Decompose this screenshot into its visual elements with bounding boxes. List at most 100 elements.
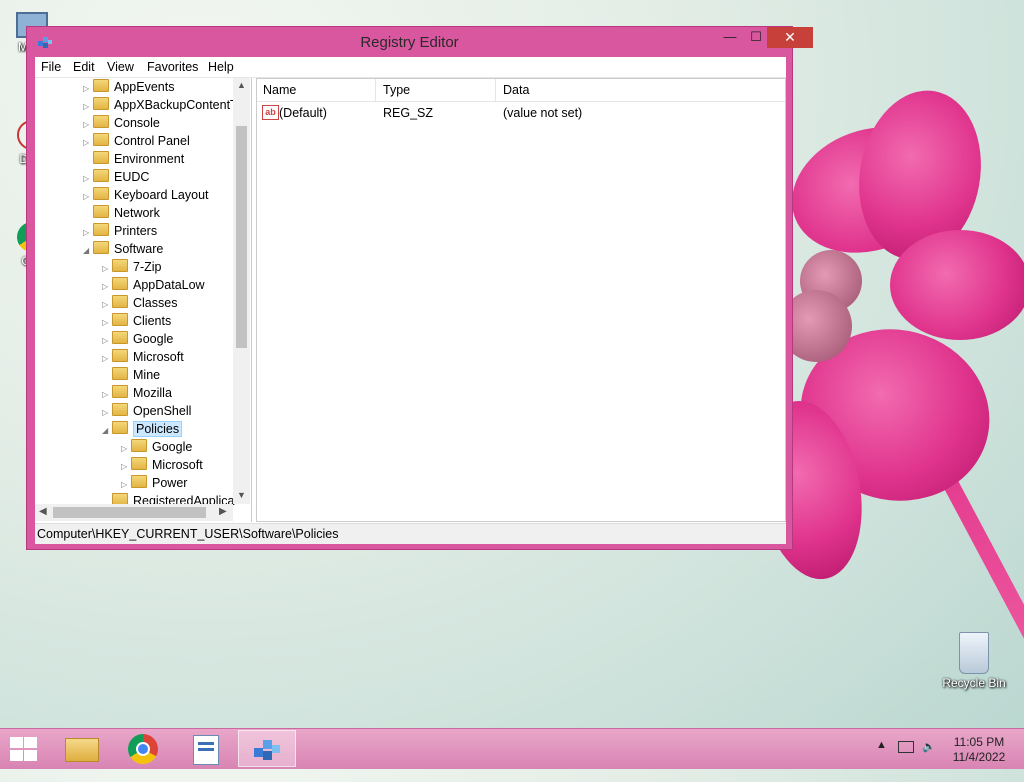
tree-vertical-scrollbar[interactable]: ▲ ▼ [233, 78, 250, 504]
taskbar-chrome[interactable] [114, 730, 172, 767]
tree-item-label: Classes [133, 296, 178, 310]
tree-item[interactable]: ▷ AppEvents [83, 78, 174, 96]
tree-item[interactable]: ▷ Power [121, 474, 187, 492]
tree-item-label: Control Panel [114, 134, 190, 148]
tree-item[interactable]: ▷ Google [121, 438, 192, 456]
tree-item[interactable]: Environment [83, 150, 184, 168]
tree-item-label: AppEvents [114, 80, 175, 94]
taskbar-registry-editor[interactable] [238, 730, 296, 767]
values-list[interactable]: Name Type Data ab (Default) REG_SZ (valu… [256, 78, 786, 522]
folder-icon [93, 169, 109, 182]
column-header-data[interactable]: Data [503, 83, 529, 97]
folder-icon [112, 367, 128, 380]
scroll-down-arrow-icon[interactable]: ▼ [233, 490, 250, 500]
folder-icon [93, 79, 109, 92]
taskbar-wordpad[interactable] [176, 730, 234, 767]
tray-show-hidden-icon[interactable]: ▲ [876, 739, 887, 751]
network-icon[interactable] [898, 741, 914, 753]
tree-item[interactable]: ▷ EUDC [83, 168, 149, 186]
table-row[interactable]: ab (Default) REG_SZ (value not set) [257, 103, 785, 123]
tree-item[interactable]: ▷ Printers [83, 222, 157, 240]
tree-item-label: 7-Zip [133, 260, 162, 274]
tree-item[interactable]: ◢ Policies [102, 420, 183, 440]
tree-item[interactable]: ▷ Microsoft [121, 456, 203, 474]
tree-item-label: Mine [133, 368, 161, 382]
scroll-thumb[interactable] [53, 507, 206, 518]
tree-item[interactable]: ▷ Classes [102, 294, 177, 312]
folder-icon [112, 313, 128, 326]
folder-icon [112, 349, 128, 362]
column-header-type[interactable]: Type [383, 83, 410, 97]
tree-item-label: Printers [114, 224, 158, 238]
system-clock[interactable]: 11:05 PM 11/4/2022 [944, 735, 1014, 765]
tree-item[interactable]: ▷ AppDataLow [102, 276, 205, 294]
taskbar-file-explorer[interactable] [52, 730, 110, 767]
folder-icon [93, 205, 109, 218]
tree-item[interactable]: ▷ Console [83, 114, 160, 132]
menu-bar: File Edit View Favorites Help [35, 57, 786, 78]
tree-item-label: AppXBackupContentT [114, 98, 238, 112]
maximize-button[interactable]: ☐ [743, 27, 769, 48]
menu-favorites[interactable]: Favorites [147, 60, 198, 74]
expanded-arrow-icon[interactable]: ◢ [83, 242, 93, 260]
menu-edit[interactable]: Edit [73, 60, 95, 74]
tree-item[interactable]: ▷ Keyboard Layout [83, 186, 209, 204]
folder-icon [112, 421, 128, 434]
tree-horizontal-scrollbar[interactable]: ◀ ▶ [35, 504, 233, 521]
tree-item[interactable]: ▷ Microsoft [102, 348, 184, 366]
desktop-icon-recycle-bin[interactable]: Recycle Bin [942, 632, 1006, 690]
volume-icon[interactable]: 🔈 [922, 740, 936, 753]
tree-item-label: Mozilla [133, 386, 172, 400]
tree-item[interactable]: ▷ OpenShell [102, 402, 191, 420]
close-button[interactable]: ✕ [767, 27, 813, 48]
tree-item[interactable]: Mine [102, 366, 160, 384]
folder-icon [93, 97, 109, 110]
start-button[interactable] [8, 737, 38, 761]
folder-icon [112, 295, 128, 308]
column-header-name[interactable]: Name [263, 83, 296, 97]
list-header: Name Type Data [257, 79, 785, 102]
key-tree[interactable]: ▷ AppEvents ▷ AppXBackupContentT ▷ Console ▷ Co… [35, 78, 252, 522]
folder-icon [65, 738, 99, 762]
scroll-thumb[interactable] [236, 126, 247, 348]
value-type: REG_SZ [383, 106, 434, 120]
menu-view[interactable]: View [107, 60, 134, 74]
menu-help[interactable]: Help [208, 60, 234, 74]
value-data: (value not set) [503, 106, 583, 120]
folder-icon [131, 457, 147, 470]
folder-icon [131, 439, 147, 452]
taskbar: ▲ 🔈 11:05 PM 11/4/2022 [0, 728, 1024, 769]
menu-file[interactable]: File [41, 60, 61, 74]
tree-item-label: Microsoft [133, 350, 184, 364]
desktop-icon-label: Recycle Bin [942, 676, 1006, 690]
folder-icon [93, 151, 109, 164]
tree-item[interactable]: ▷ Control Panel [83, 132, 190, 150]
tree-item-label: Network [114, 206, 160, 220]
scroll-left-arrow-icon[interactable]: ◀ [39, 506, 47, 517]
tree-item-label: Google [133, 332, 174, 346]
registry-editor-window[interactable]: Registry Editor — ☐ ✕ File Edit View Fav… [26, 26, 813, 550]
tree-item-label: Environment [114, 152, 185, 166]
title-bar[interactable]: Registry Editor — ☐ ✕ [27, 27, 813, 57]
tree-item[interactable]: ▷ Clients [102, 312, 171, 330]
scroll-right-arrow-icon[interactable]: ▶ [219, 506, 227, 517]
tree-item[interactable]: ▷ 7-Zip [102, 258, 161, 276]
folder-icon [93, 115, 109, 128]
minimize-button[interactable]: — [717, 27, 743, 48]
tree-item[interactable]: ◢ Software [83, 240, 163, 258]
tree-item[interactable]: ▷ AppXBackupContentT [83, 96, 238, 114]
tree-item-label: OpenShell [133, 404, 192, 418]
folder-icon [93, 133, 109, 146]
tree-item[interactable]: ▷ Google [102, 330, 173, 348]
status-path: Computer\HKEY_CURRENT_USER\Software\Poli… [37, 527, 339, 541]
tree-item-label: Keyboard Layout [114, 188, 209, 202]
clock-time: 11:05 PM [953, 735, 1005, 749]
scroll-up-arrow-icon[interactable]: ▲ [233, 80, 250, 90]
expanded-arrow-icon[interactable]: ◢ [102, 422, 112, 440]
tree-item-label: EUDC [114, 170, 150, 184]
tree-item[interactable]: Network [83, 204, 160, 222]
tree-item[interactable]: ▷ Mozilla [102, 384, 172, 402]
tree-item-label: Console [114, 116, 160, 130]
folder-icon [93, 241, 109, 254]
tree-item-label: Google [152, 440, 193, 454]
